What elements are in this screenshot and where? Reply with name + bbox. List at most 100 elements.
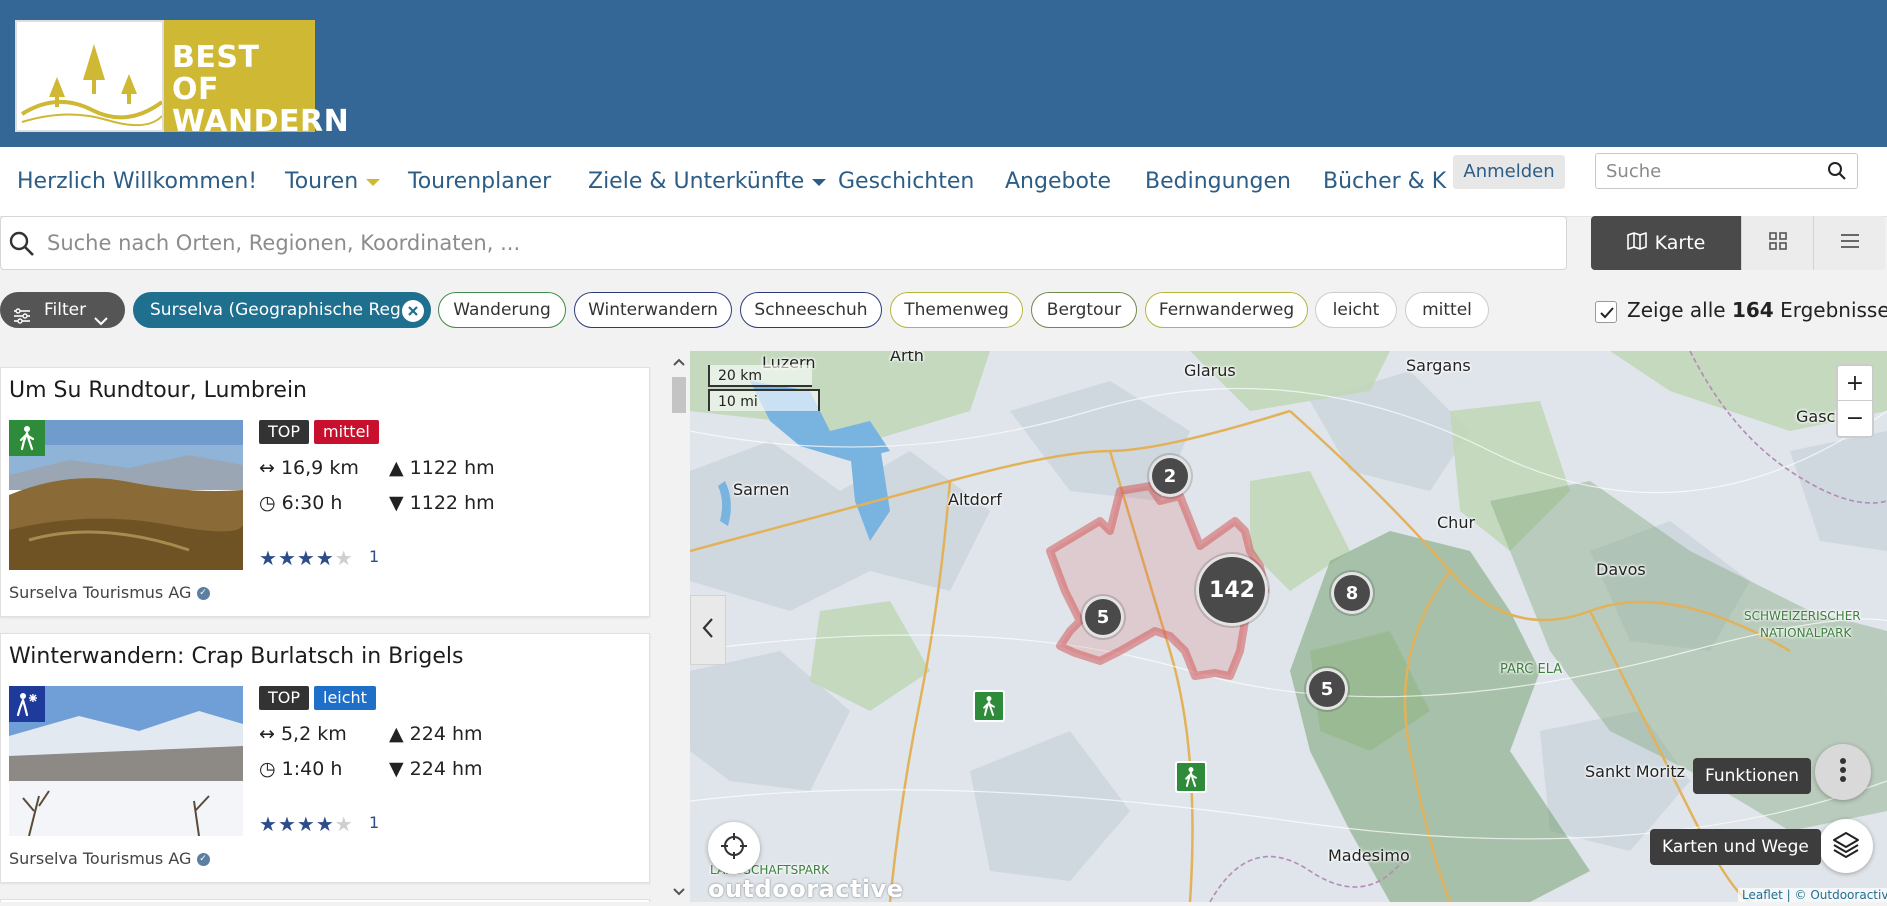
hiking-icon: [9, 420, 45, 456]
descent-icon: ▼: [389, 758, 404, 780]
tour-cluster[interactable]: 5: [1306, 668, 1348, 710]
sliders-icon: [13, 302, 31, 336]
duration-value: 1:40 h: [281, 758, 343, 780]
chevron-down-icon: [812, 178, 827, 186]
chip-themenweg[interactable]: Themenweg: [890, 292, 1023, 328]
clock-icon: ◷: [259, 492, 276, 514]
location-search-input[interactable]: [47, 225, 1547, 261]
search-icon[interactable]: [1827, 161, 1847, 185]
chip-wanderung[interactable]: Wanderung: [438, 292, 566, 328]
chevron-down-icon: [366, 178, 381, 186]
place-label: SCHWEIZERISCHER: [1744, 609, 1861, 623]
descent-stat: ▼ 224 hm: [389, 757, 483, 781]
tour-author[interactable]: Surselva Tourismus AG ✓: [9, 849, 210, 868]
tour-cluster[interactable]: 8: [1331, 572, 1373, 614]
nav-item-bedingungen[interactable]: Bedingungen: [1145, 161, 1291, 203]
locate-button[interactable]: [708, 822, 760, 874]
login-button[interactable]: Anmelden: [1453, 155, 1565, 189]
tour-author[interactable]: Surselva Tourismus AG ✓: [9, 583, 210, 602]
zoom-out-button[interactable]: −: [1838, 401, 1872, 436]
star-icon: ★: [315, 546, 335, 570]
list-scrollbar[interactable]: [668, 351, 690, 902]
star-icon: ★: [277, 546, 297, 570]
scale-km: 20 km: [708, 365, 812, 387]
results-count: 164: [1731, 298, 1774, 322]
filter-label: Filter: [44, 300, 87, 320]
tour-card[interactable]: Winterwandern: Crap Burlatsch in Brigels…: [0, 633, 650, 883]
chip-fernwanderweg[interactable]: Fernwanderweg: [1145, 292, 1308, 328]
grid-view-button[interactable]: [1741, 216, 1813, 270]
place-label: Sankt Moritz: [1585, 762, 1686, 781]
nav-label: Tourenplaner: [408, 169, 552, 194]
rating-stars: ★★★★★: [259, 546, 354, 570]
chip-winterwandern[interactable]: Winterwandern: [574, 292, 732, 328]
layers-icon: [1831, 829, 1861, 863]
ascent-value: 1122 hm: [409, 457, 495, 479]
results-suffix: Ergebnisse: [1780, 298, 1887, 322]
chevron-left-icon: [701, 616, 715, 644]
tour-cluster[interactable]: 2: [1149, 455, 1191, 497]
chip-leicht[interactable]: leicht: [1315, 292, 1397, 328]
hiking-marker-icon[interactable]: [1175, 761, 1207, 793]
chip-schneeschuh[interactable]: Schneeschuh: [740, 292, 882, 328]
descent-value: 224 hm: [409, 758, 483, 780]
crosshair-icon: [719, 831, 749, 865]
map-canvas[interactable]: Luzern Arth Glarus Sargans Gaschurn Sarn…: [690, 351, 1887, 902]
place-label: PARC ELA: [1500, 662, 1563, 677]
site-search: [1595, 153, 1858, 189]
functions-button[interactable]: [1815, 744, 1871, 800]
duration-stat: ◷ 1:40 h: [259, 757, 342, 781]
region-filter-label: Surselva (Geographische Reg...: [150, 300, 417, 320]
more-vertical-icon: [1839, 757, 1847, 787]
ascent-value: 224 hm: [409, 723, 483, 745]
close-icon[interactable]: [402, 300, 424, 322]
nav-item-geschichten[interactable]: Geschichten: [838, 161, 974, 203]
nav-label: Bücher & Ka: [1323, 169, 1447, 194]
nav-item-tourenplaner[interactable]: Tourenplaner: [408, 161, 551, 203]
chip-mittel[interactable]: mittel: [1405, 292, 1489, 328]
place-label: Sarnen: [733, 480, 790, 499]
nav-item-buecher[interactable]: Bücher & Ka: [1323, 161, 1447, 203]
ascent-icon: ▲: [389, 457, 404, 479]
map-view-button[interactable]: Karte: [1591, 216, 1741, 270]
show-all-checkbox[interactable]: [1595, 301, 1617, 323]
list-view-button[interactable]: [1813, 216, 1885, 270]
layers-button[interactable]: [1819, 819, 1873, 873]
tour-cluster[interactable]: 5: [1082, 596, 1124, 638]
star-icon: ★: [296, 546, 316, 570]
nav-item-ziele[interactable]: Ziele & Unterkünfte: [588, 161, 827, 203]
top-badge: TOP: [259, 420, 310, 444]
zoom-in-button[interactable]: +: [1838, 366, 1872, 401]
hiking-marker-icon[interactable]: [973, 690, 1005, 722]
site-search-input[interactable]: [1596, 154, 1816, 188]
site-logo[interactable]: BEST OF WANDERN: [15, 20, 349, 138]
nav-item-angebote[interactable]: Angebote: [1005, 161, 1111, 203]
map-scale: 20 km 10 mi: [708, 365, 820, 413]
map-attribution[interactable]: Leaflet | © Outdooractive: [1738, 888, 1887, 902]
map-icon: [1626, 231, 1647, 256]
tour-title[interactable]: Um Su Rundtour, Lumbrein: [9, 378, 307, 403]
tour-image[interactable]: [9, 420, 243, 570]
filter-button[interactable]: Filter: [0, 292, 125, 328]
list-icon: [1839, 231, 1861, 255]
scale-mi: 10 mi: [708, 389, 820, 411]
rating-count[interactable]: 1: [369, 546, 379, 568]
place-label: Glarus: [1184, 361, 1236, 380]
logo-trees-icon: [15, 20, 164, 132]
distance-stat: ↔ 16,9 km: [259, 456, 359, 480]
ascent-stat: ▲ 224 hm: [389, 722, 483, 746]
descent-icon: ▼: [389, 492, 404, 514]
nav-item-welcome[interactable]: Herzlich Willkommen!: [17, 161, 257, 203]
chip-bergtour[interactable]: Bergtour: [1031, 292, 1137, 328]
rating-count[interactable]: 1: [369, 812, 379, 834]
region-filter-chip[interactable]: Surselva (Geographische Reg...: [133, 292, 431, 328]
nav-item-touren[interactable]: Touren: [285, 161, 381, 203]
tour-card[interactable]: Um Su Rundtour, Lumbrein TOP mittel ↔ 16…: [0, 367, 650, 617]
tour-cluster[interactable]: 142: [1196, 554, 1268, 626]
distance-icon: ↔: [259, 457, 275, 479]
tour-title[interactable]: Winterwandern: Crap Burlatsch in Brigels: [9, 644, 463, 669]
view-toggle: Karte: [1591, 216, 1885, 270]
tour-image[interactable]: [9, 686, 243, 836]
distance-icon: ↔: [259, 723, 275, 745]
collapse-list-button[interactable]: [690, 595, 726, 665]
